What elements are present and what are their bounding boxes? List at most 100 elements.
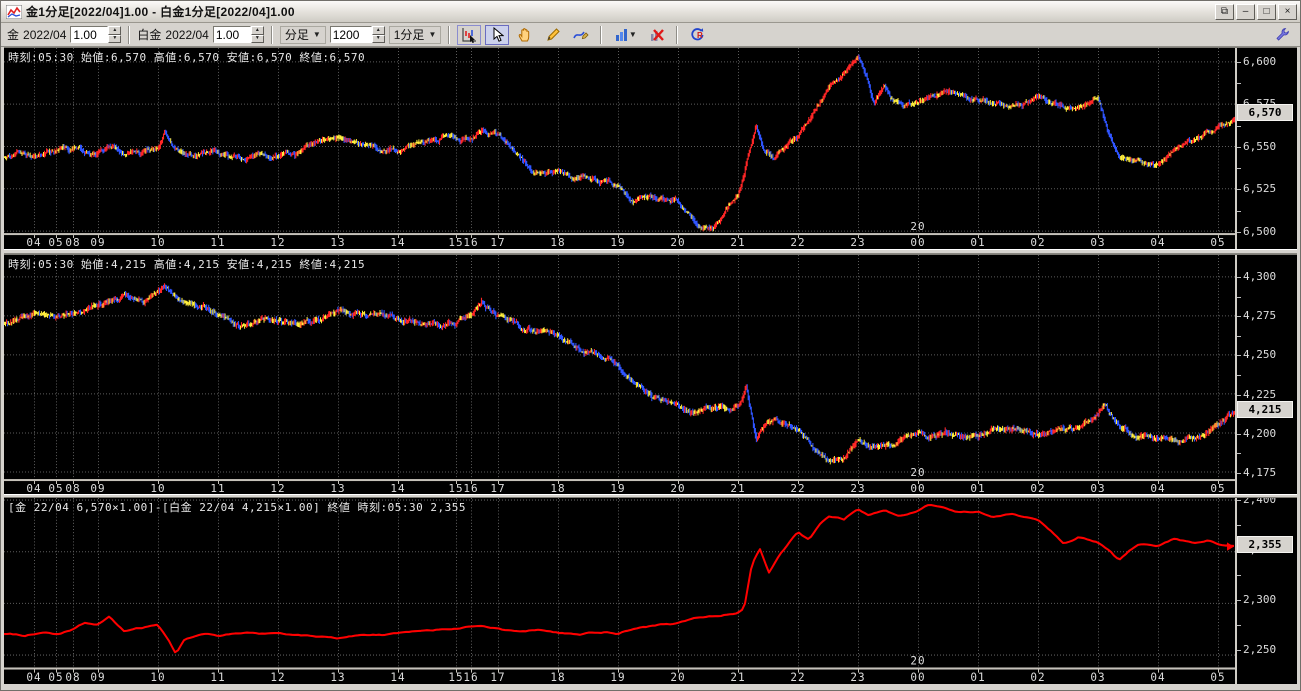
pencil-tool-button[interactable]: [541, 25, 565, 45]
current-price-badge: 2,355: [1237, 536, 1293, 553]
svg-text:21: 21: [730, 236, 745, 249]
period-dropdown[interactable]: 分足 ▼: [279, 25, 326, 44]
chart-type-dropdown-button[interactable]: ▼: [609, 25, 641, 45]
svg-text:09: 09: [90, 236, 105, 249]
platinum-chart-canvas: 04 05 08 09 10 11 12 13 14 15 16 17 18 19 20 21 22 23 00 01…: [4, 255, 1235, 494]
reload-button[interactable]: R: [685, 25, 709, 45]
svg-text:23: 23: [850, 236, 865, 249]
svg-text:10: 10: [150, 236, 165, 249]
price-axis-tick: [1237, 168, 1241, 170]
wrench-icon: [1275, 28, 1289, 41]
svg-text:12: 12: [270, 671, 285, 684]
svg-text:20: 20: [910, 654, 925, 667]
svg-text:17: 17: [490, 236, 505, 249]
minimize-button[interactable]: –: [1236, 3, 1255, 20]
svg-text:18: 18: [550, 671, 565, 684]
gold-price-axis: 6,6006,5756,5506,5256,5006,570: [1235, 48, 1297, 249]
svg-text:19: 19: [610, 671, 625, 684]
svg-text:11: 11: [210, 671, 225, 684]
gold-label: 金: [7, 28, 20, 42]
price-axis-tick: [1237, 125, 1241, 127]
price-axis-label: 2,400: [1243, 497, 1277, 506]
hand-icon: [518, 27, 530, 41]
toolbar-separator: [128, 25, 131, 44]
platinum-plot-area[interactable]: 04 05 08 09 10 11 12 13 14 15 16 17 18 19 20 21 22 23 00 01…: [4, 255, 1235, 494]
svg-text:10: 10: [150, 671, 165, 684]
gold-plot-area[interactable]: 04 05 08 09 10 11 12 13 14 15 16 17 18 19 20 21 22 23 00 01…: [4, 48, 1235, 249]
bar-count-up-button[interactable]: ▲: [371, 26, 385, 35]
price-axis-label: 6,550: [1243, 139, 1277, 153]
platinum-ratio-input[interactable]: [212, 26, 251, 43]
svg-text:00: 00: [910, 482, 925, 494]
price-axis-tick: [1237, 296, 1241, 298]
svg-text:19: 19: [610, 482, 625, 494]
price-axis-label: 2,300: [1243, 593, 1277, 606]
maximize-button[interactable]: □: [1257, 3, 1276, 20]
svg-text:14: 14: [390, 482, 405, 494]
timeframe-dropdown[interactable]: 1分足 ▼: [388, 25, 442, 44]
chevron-down-icon: ▼: [312, 30, 321, 39]
svg-text:12: 12: [270, 482, 285, 494]
pointer-tool-button[interactable]: [485, 24, 510, 45]
svg-text:03: 03: [1090, 482, 1105, 494]
bar-chart-icon: [615, 28, 627, 41]
svg-text:05: 05: [48, 236, 63, 249]
price-axis-tick: [1237, 83, 1241, 85]
price-axis-tick: [1237, 335, 1241, 337]
price-axis-tick: [1237, 189, 1241, 191]
svg-text:01: 01: [970, 236, 985, 249]
chevron-down-icon: ▼: [628, 30, 637, 39]
svg-text:05: 05: [48, 671, 63, 684]
price-axis-tick: [1237, 600, 1241, 601]
price-axis-label: 4,200: [1243, 426, 1277, 440]
price-axis-tick: [1237, 453, 1241, 455]
svg-text:23: 23: [850, 671, 865, 684]
svg-text:04: 04: [1150, 482, 1165, 494]
platinum-ratio-up-button[interactable]: ▲: [250, 26, 264, 35]
svg-text:21: 21: [730, 482, 745, 494]
svg-text:11: 11: [210, 482, 225, 494]
chart-stack: 04 05 08 09 10 11 12 13 14 15 16 17 18 19 20 21 22 23 00 01…: [1, 47, 1300, 690]
settings-wrench-button[interactable]: [1270, 25, 1294, 45]
price-axis-label: 2,250: [1243, 643, 1277, 656]
price-axis-label: 6,600: [1243, 54, 1277, 68]
spread-info-line: [金 22/04 6,570×1.00]-[白金 22/04 4,215×1.0…: [8, 501, 466, 514]
svg-text:22: 22: [790, 482, 805, 494]
svg-text:16: 16: [463, 236, 478, 249]
price-axis-tick: [1237, 374, 1241, 376]
pen-curve-icon: [573, 31, 589, 40]
platinum-ratio-down-button[interactable]: ▼: [250, 34, 264, 43]
toolbar-separator: [270, 25, 273, 44]
price-axis-tick: [1237, 625, 1241, 626]
price-axis-tick: [1237, 433, 1241, 435]
pointer-icon: [493, 27, 505, 42]
timeframe-dropdown-label: 1分足: [393, 28, 425, 42]
close-button[interactable]: ×: [1278, 3, 1297, 20]
spread-plot-area[interactable]: 04 05 08 09 10 11 12 13 14 15 16 17 18 19 20 21 22 23 00 01…: [4, 498, 1235, 684]
chart-cursor-tool-button[interactable]: [457, 24, 482, 45]
svg-text:11: 11: [210, 236, 225, 249]
clear-drawings-button[interactable]: [645, 25, 669, 45]
gold-ratio-up-button[interactable]: ▲: [108, 26, 122, 35]
toolbar-separator: [600, 25, 603, 44]
chart-panel-platinum: 04 05 08 09 10 11 12 13 14 15 16 17 18 19 20 21 22 23 00 01…: [4, 254, 1297, 494]
hand-tool-button[interactable]: [513, 25, 537, 45]
svg-text:20: 20: [670, 671, 685, 684]
gold-ratio-input[interactable]: [70, 26, 109, 43]
period-dropdown-label: 分足: [284, 28, 309, 42]
svg-text:04: 04: [26, 236, 41, 249]
chart-panel-gold: 04 05 08 09 10 11 12 13 14 15 16 17 18 19 20 21 22 23 00 01…: [4, 47, 1297, 249]
gold-ratio-down-button[interactable]: ▼: [108, 34, 122, 43]
svg-text:02: 02: [1030, 482, 1045, 494]
svg-text:09: 09: [90, 671, 105, 684]
bar-count-input[interactable]: [329, 26, 372, 43]
price-axis-tick: [1237, 472, 1241, 474]
price-axis-label: 4,275: [1243, 309, 1277, 323]
title-bar: 金1分足[2022/04]1.00 - 白金1分足[2022/04]1.00 ⧉…: [1, 1, 1300, 23]
platinum-price-axis: 4,300 4,275 4,250 4,225 4,200 4,175 4,215: [1235, 255, 1297, 494]
bar-count-down-button[interactable]: ▼: [371, 34, 385, 43]
float-button[interactable]: ⧉: [1215, 3, 1234, 20]
reload-icon: R: [691, 28, 704, 41]
price-axis-tick: [1237, 231, 1241, 233]
pen-curve-tool-button[interactable]: [569, 25, 593, 45]
